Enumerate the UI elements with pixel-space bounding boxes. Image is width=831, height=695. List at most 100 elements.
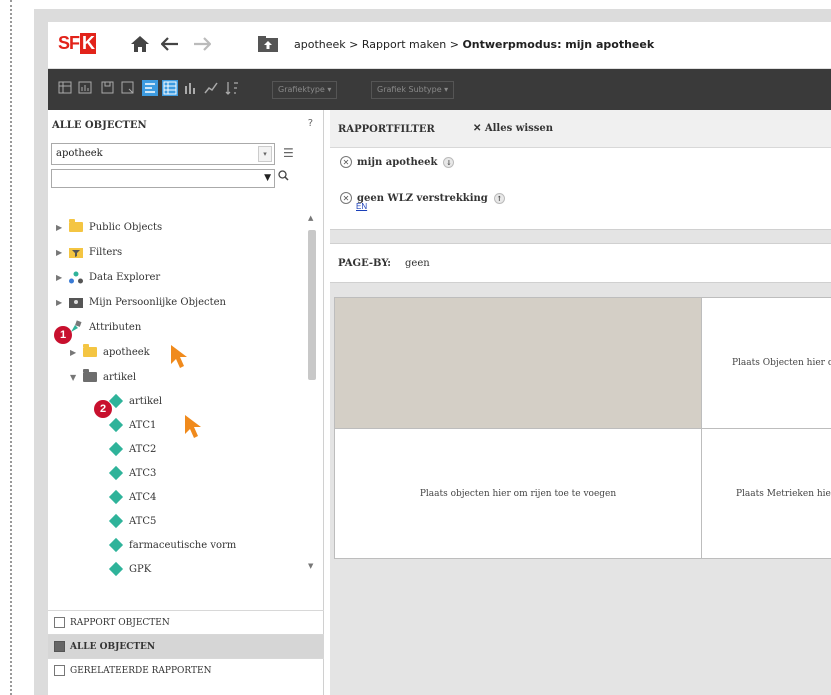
attribute-icon [108, 465, 124, 481]
page-by-bar: PAGE-BY: geen [330, 243, 831, 283]
graph-type-select[interactable]: Grafiektype ▾ [272, 81, 338, 99]
panel-title: ALLE OBJECTEN [52, 120, 147, 131]
object-tree: ▶ Public Objects ▶ Filters ▶ Data Explor… [48, 200, 298, 580]
bar-chart-icon[interactable] [183, 80, 199, 96]
columns-drop-zone[interactable]: Plaats Objecten hier om kolommen toe te … [701, 297, 831, 429]
page-dotted-guide [10, 0, 12, 695]
report-filter-body: ✕ mijn apotheek ↓ EN ✕ geen WLZ verstrek… [330, 148, 831, 230]
search-icon[interactable] [278, 170, 289, 184]
report-grid: Plaats Objecten hier om kolommen toe te … [334, 297, 831, 559]
attribute-icon [108, 417, 124, 433]
filter-folder-icon [68, 245, 84, 259]
attribute-icon [108, 489, 124, 505]
accordion-alle-objecten[interactable]: ALLE OBJECTEN [48, 634, 324, 658]
chevron-right-icon[interactable]: ▶ [56, 223, 68, 232]
attribute-icon [108, 513, 124, 529]
grid-toggle-icon[interactable] [162, 80, 178, 96]
page-by-value[interactable]: geen [405, 258, 430, 269]
chevron-right-icon[interactable]: ▶ [56, 298, 68, 307]
clear-all-button[interactable]: ✕ Alles wissen [473, 123, 553, 134]
graph-view-icon[interactable] [78, 80, 94, 96]
report-filter-header: RAPPORTFILTER ✕ Alles wissen [330, 110, 831, 148]
personal-folder-icon [68, 295, 84, 309]
folder-icon [83, 344, 97, 357]
upload-folder-icon[interactable] [256, 32, 280, 56]
filter-info-icon[interactable]: ↑ [493, 192, 505, 204]
object-search-combo[interactable]: ▼ [51, 169, 275, 188]
attribute-icon [108, 561, 124, 577]
breadcrumb-rapport-maken[interactable]: Rapport maken [362, 38, 446, 51]
help-icon[interactable]: ? [308, 118, 313, 129]
tree-item-atc3[interactable]: ATC3 [108, 462, 156, 484]
forward-arrow-icon[interactable] [190, 32, 214, 56]
all-objects-icon [54, 641, 65, 652]
folder-icon [69, 219, 83, 232]
scrollbar-thumb[interactable] [308, 230, 316, 380]
breadcrumb-current: Ontwerpmodus: mijn apotheek [462, 38, 655, 51]
metrics-drop-zone[interactable]: Plaats Metrieken hier [701, 428, 831, 559]
tree-item-artikel-attribute[interactable]: artikel [108, 390, 162, 412]
page-by-icon[interactable] [142, 80, 158, 96]
tree-item-personal-objects[interactable]: ▶ Mijn Persoonlijke Objecten [56, 291, 226, 313]
objects-panel: ALLE OBJECTEN ? apotheek ▾ ☰ ▼ ▶ Public … [48, 110, 324, 695]
rows-drop-zone[interactable]: Plaats objecten hier om rijen toe te voe… [334, 428, 702, 559]
step-badge-2: 2 [94, 400, 112, 418]
breadcrumb: apotheek > Rapport maken > Ontwerpmodus:… [294, 38, 655, 51]
filter-item-geen-wlz[interactable]: ✕ geen WLZ verstrekking ↑ [340, 192, 505, 204]
tree-item-farmaceutische-vorm[interactable]: farmaceutische vorm [108, 534, 236, 556]
chevron-right-icon[interactable]: ▶ [56, 248, 68, 257]
design-toolbar: Grafiektype ▾ Grafiek Subtype ▾ [48, 69, 831, 110]
tree-item-atc5[interactable]: ATC5 [108, 510, 156, 532]
attribute-icon [108, 537, 124, 553]
save-as-icon[interactable] [120, 80, 136, 96]
chevron-down-icon[interactable]: ▾ [258, 146, 272, 162]
chevron-down-icon[interactable]: ▼ [70, 373, 82, 382]
page-by-label: PAGE-BY: [338, 258, 391, 269]
report-filter-title: RAPPORTFILTER [338, 124, 435, 135]
scroll-up-icon[interactable]: ▲ [308, 214, 313, 222]
chevron-down-icon[interactable]: ▼ [264, 173, 271, 183]
sort-icon[interactable] [224, 80, 240, 96]
filter-info-icon[interactable]: ↓ [443, 156, 455, 168]
top-bar: SF K apotheek > Rapport maken > Ontwerpmo… [48, 22, 831, 69]
scroll-down-icon[interactable]: ▼ [308, 562, 313, 570]
open-folder-icon [83, 369, 97, 382]
tree-item-artikel-folder[interactable]: ▼ artikel [70, 366, 136, 388]
tree-item-attributen[interactable]: Attributen [68, 316, 141, 338]
tree-item-public-objects[interactable]: ▶ Public Objects [56, 216, 162, 238]
folder-search-input[interactable]: apotheek ▾ [51, 143, 275, 165]
filter-item-mijn-apotheek[interactable]: ✕ mijn apotheek ↓ [340, 156, 455, 168]
pointer-cursor-icon [185, 415, 201, 438]
app-window: SF K apotheek > Rapport maken > Ontwerpmo… [48, 22, 831, 695]
tree-item-atc4[interactable]: ATC4 [108, 486, 156, 508]
back-arrow-icon[interactable] [158, 32, 182, 56]
tree-scrollbar[interactable]: ▲ ▼ [306, 212, 318, 574]
chevron-right-icon[interactable]: ▶ [56, 273, 68, 282]
report-design-area: RAPPORTFILTER ✕ Alles wissen ✕ mijn apot… [330, 110, 831, 695]
sfk-logo: SF K [58, 33, 97, 54]
tree-item-data-explorer[interactable]: ▶ Data Explorer [56, 266, 160, 288]
home-icon[interactable] [128, 32, 152, 56]
screenshot-frame: SF K apotheek > Rapport maken > Ontwerpmo… [34, 9, 831, 695]
tree-item-gpk[interactable]: GPK [108, 558, 151, 580]
accordion-gerelateerde-rapporten[interactable]: GERELATEERDE RAPPORTEN [48, 658, 324, 682]
data-explorer-icon [68, 270, 84, 284]
line-chart-icon[interactable] [203, 80, 219, 96]
tree-item-atc1[interactable]: ATC1 [108, 414, 156, 436]
panel-accordion: RAPPORT OBJECTEN ALLE OBJECTEN GERELATEE… [48, 610, 324, 682]
grid-corner [334, 297, 702, 429]
grid-view-icon[interactable] [58, 80, 74, 96]
tree-item-apotheek[interactable]: ▶ apotheek [70, 341, 150, 363]
tree-item-atc2[interactable]: ATC2 [108, 438, 156, 460]
accordion-rapport-objecten[interactable]: RAPPORT OBJECTEN [48, 610, 324, 634]
graph-subtype-select[interactable]: Grafiek Subtype ▾ [371, 81, 455, 99]
tree-item-filters[interactable]: ▶ Filters [56, 241, 122, 263]
list-view-icon[interactable]: ☰ [283, 146, 294, 160]
remove-filter-icon[interactable]: ✕ [340, 192, 352, 204]
breadcrumb-apotheek[interactable]: apotheek [294, 38, 346, 51]
report-objects-icon [54, 617, 65, 628]
chevron-right-icon[interactable]: ▶ [70, 348, 82, 357]
remove-filter-icon[interactable]: ✕ [340, 156, 352, 168]
step-badge-1: 1 [54, 326, 72, 344]
save-icon[interactable] [100, 80, 116, 96]
